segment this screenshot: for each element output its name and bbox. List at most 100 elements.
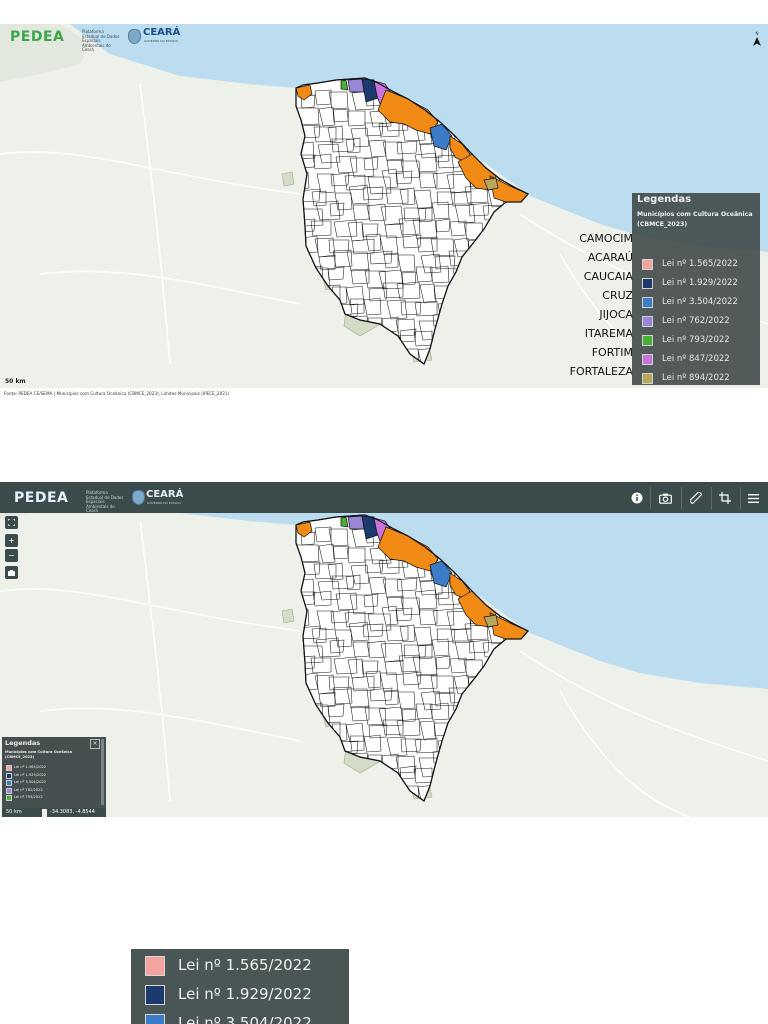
fullscreen-button[interactable]	[5, 516, 18, 529]
legend-panel: Legendas Municípios com Cultura Oceânica…	[632, 193, 760, 385]
pedea-logo-subtitle: Plataforma Estadual de Dados Espaciais A…	[82, 29, 120, 52]
ceara-map-2[interactable]	[0, 482, 768, 817]
legend-title: Legendas	[5, 739, 41, 747]
screenshot-button[interactable]	[654, 489, 676, 507]
legend-panel-small: Legendas × Municípios com Cultura Oceâni…	[2, 737, 106, 809]
legend-item: Lei nº 1.929/2022	[642, 278, 758, 290]
legend-item-label: Lei nº 1.929/2022	[178, 985, 312, 1003]
zoom-in-button[interactable]: +	[5, 534, 18, 547]
legend-item-label: Lei nº 1.929/2022	[662, 278, 738, 288]
source-caption: Fonte: PEDEA CE/SEMA | Municípios com Cu…	[4, 391, 230, 396]
menu-icon	[747, 493, 759, 503]
legend-item-label: Lei nº 1.929/2022	[14, 772, 47, 777]
ceara-seal-icon	[132, 490, 145, 505]
scale-bar: 50 km	[5, 378, 26, 385]
ceara-logo: CEARÁ	[146, 489, 184, 500]
legend-swatch	[145, 956, 165, 976]
city-label: FORTALEZA	[569, 365, 633, 378]
legend-item: Lei nº 1.929/2022	[145, 985, 345, 1007]
legend-title: Legendas	[637, 194, 692, 205]
legend-layer-name: Municípios com Cultura Oceânica (CBMCE_2…	[5, 750, 73, 759]
legend-swatch	[6, 780, 12, 787]
legend-item-label: Lei nº 1.565/2022	[14, 765, 47, 769]
protected-area	[281, 171, 295, 187]
legend-item-label: Lei nº 3.504/2022	[662, 297, 738, 307]
pedea-logo[interactable]: PEDEA	[14, 490, 68, 506]
layers-icon	[8, 569, 15, 576]
legend-layer-name: Municípios com Cultura Oceânica (CBMCE_2…	[637, 211, 753, 228]
legend-close-button[interactable]: ×	[90, 739, 100, 749]
legend-item-label: Lei nº 847/2022	[662, 354, 730, 364]
info-icon	[631, 492, 643, 504]
city-label: ACARAÚ	[587, 251, 633, 264]
zoom-out-button[interactable]: −	[5, 549, 18, 562]
city-label: JIJOCA	[599, 308, 633, 321]
legend-swatch	[6, 765, 12, 771]
legend-item-label: Lei nº 3.504/2022	[178, 1014, 312, 1024]
legend-item: Lei nº 793/2022	[6, 795, 96, 802]
legend-item-label: Lei nº 793/2022	[14, 795, 43, 800]
legend-swatch	[145, 1014, 165, 1024]
legend-swatch	[642, 335, 653, 346]
legend-item: Lei nº 1.929/2022	[6, 772, 96, 779]
legend-swatch	[6, 787, 12, 794]
legend-swatch	[145, 985, 165, 1005]
legend-swatch	[642, 316, 653, 327]
legend-item-label: Lei nº 762/2022	[14, 787, 43, 792]
city-label: CAUCAIA	[583, 270, 633, 283]
legend-item: Lei nº 894/2022	[642, 373, 758, 385]
ceara-logo-subtitle: GOVERNO DO ESTADO	[147, 501, 181, 505]
map-print-panel: PEDEA Plataforma Estadual de Dados Espac…	[0, 24, 768, 388]
city-label: FORTIM	[591, 346, 633, 359]
north-arrow-icon: N	[753, 31, 761, 46]
viewer-toolbar: PEDEA Plataforma Estadual de Dados Espac…	[0, 482, 768, 513]
menu-button[interactable]	[742, 489, 764, 507]
protected-area	[281, 608, 295, 624]
legend-item: Lei nº 762/2022	[642, 316, 758, 328]
municipality-cruz	[347, 78, 365, 93]
scale-bar: 50 km	[2, 808, 42, 817]
camera-icon	[658, 493, 672, 504]
cursor-coordinates: -34.3083, -4.8544	[47, 808, 106, 817]
pedea-logo: PEDEA	[10, 29, 65, 45]
layers-button[interactable]	[5, 566, 18, 579]
legend-item: Lei nº 1.565/2022	[6, 765, 96, 771]
legend-item: Lei nº 1.565/2022	[145, 956, 345, 978]
legend-swatch	[6, 795, 12, 802]
ceara-logo: CEARÁ	[143, 27, 181, 38]
legend-item: Lei nº 793/2022	[642, 335, 758, 347]
legend-item-label: Lei nº 793/2022	[662, 335, 730, 345]
city-label: ITAREMA	[584, 327, 633, 340]
legend-swatch	[642, 373, 653, 384]
legend-item: Lei nº 1.565/2022	[642, 259, 758, 271]
legend-swatch	[642, 278, 653, 289]
map-viewer-panel: PEDEA Plataforma Estadual de Dados Espac…	[0, 482, 768, 817]
legend-swatch	[642, 297, 653, 308]
pedea-logo-subtitle: Plataforma Estadual de Dados Espaciais A…	[86, 490, 124, 513]
legend-item-label: Lei nº 1.565/2022	[178, 956, 312, 974]
legend-swatch	[642, 259, 653, 270]
legend-swatch	[6, 772, 12, 779]
city-label: CRUZ	[602, 289, 633, 302]
legend-swatch	[642, 354, 653, 365]
measure-button[interactable]	[685, 489, 707, 507]
ceara-logo-subtitle: GOVERNO DO ESTADO	[144, 39, 178, 43]
fullscreen-icon	[7, 518, 16, 527]
legend-item-label: Lei nº 1.565/2022	[662, 259, 738, 269]
legend-item-label: Lei nº 3.504/2022	[14, 780, 47, 785]
legend-item: Lei nº 3.504/2022	[6, 780, 96, 787]
ruler-icon	[690, 492, 702, 504]
legend-item-label: Lei nº 894/2022	[662, 373, 730, 383]
crop-icon	[719, 492, 731, 504]
legend-item: Lei nº 3.504/2022	[642, 297, 758, 309]
legend-scrollbar[interactable]	[101, 739, 104, 805]
info-button[interactable]	[626, 489, 648, 507]
legend-item: Lei nº 847/2022	[642, 354, 758, 366]
city-label: CAMOCIM	[579, 232, 633, 245]
legend-zoom-detail: Lei nº 1.565/2022 Lei nº 1.929/2022 Lei nº…	[131, 949, 349, 1024]
legend-item: Lei nº 3.504/2022	[145, 1014, 345, 1024]
north-label: N	[756, 31, 759, 36]
municipality-cruz	[347, 515, 365, 530]
legend-item-label: Lei nº 762/2022	[662, 316, 730, 326]
crop-button[interactable]	[714, 489, 736, 507]
